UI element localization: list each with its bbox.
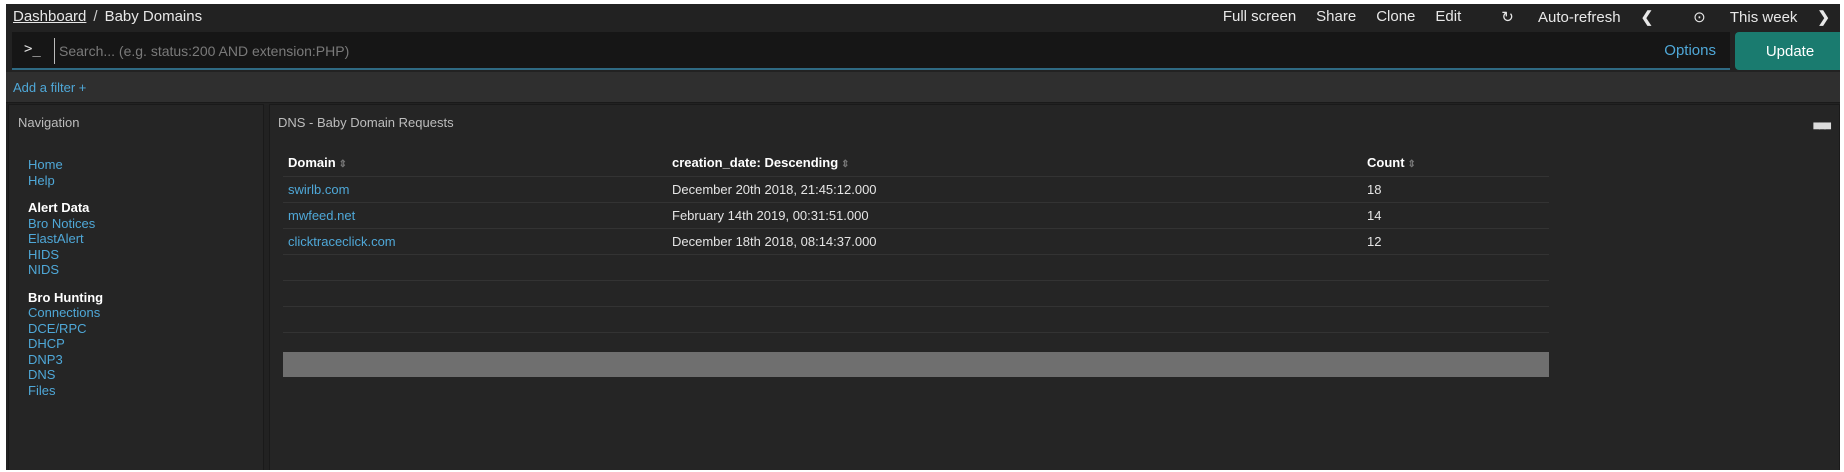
nav-link-home[interactable]: Home bbox=[28, 157, 103, 173]
nav-link-files[interactable]: Files bbox=[28, 383, 103, 399]
refresh-icon: ↻ bbox=[1501, 9, 1514, 26]
panel-menu-icon[interactable]: ■■■ bbox=[1813, 117, 1832, 133]
domain-cell[interactable]: clicktraceclick.com bbox=[288, 234, 396, 249]
share-button[interactable]: Share bbox=[1316, 8, 1356, 26]
auto-refresh-button[interactable]: ↻ Auto-refresh bbox=[1481, 8, 1620, 26]
auto-refresh-label: Auto-refresh bbox=[1538, 9, 1621, 26]
breadcrumb-current: Baby Domains bbox=[104, 8, 203, 25]
domain-cell[interactable]: mwfeed.net bbox=[288, 208, 355, 223]
table-row: mwfeed.net February 14th 2019, 00:31:51.… bbox=[283, 203, 1549, 229]
results-title: DNS - Baby Domain Requests bbox=[278, 115, 454, 130]
nav-link-dnp3[interactable]: DNP3 bbox=[28, 352, 103, 368]
top-bar: Dashboard / Baby Domains Full screen Share… bbox=[6, 4, 1840, 30]
results-panel: DNS - Baby Domain Requests ■■■ Domain ⇕ c… bbox=[269, 104, 1840, 470]
full-screen-button[interactable]: Full screen bbox=[1223, 8, 1296, 26]
next-time-icon[interactable]: ❯ bbox=[1817, 8, 1830, 26]
nav-link-hids[interactable]: HIDS bbox=[28, 247, 103, 263]
nav-link-help[interactable]: Help bbox=[28, 173, 103, 189]
nav-header-bro-hunting: Bro Hunting bbox=[28, 289, 104, 305]
breadcrumb-separator: / bbox=[93, 8, 98, 25]
empty-table-row bbox=[283, 255, 1549, 281]
count-cell: 14 bbox=[1367, 208, 1382, 223]
nav-link-dce-rpc[interactable]: DCE/RPC bbox=[28, 321, 103, 337]
navigation-panel: Navigation Home Help Alert Data Bro Noti… bbox=[8, 104, 264, 470]
results-table: Domain ⇕ creation_date: Descending ⇕ Count… bbox=[283, 149, 1549, 333]
nav-link-dhcp[interactable]: DHCP bbox=[28, 336, 103, 352]
column-header-label: creation_date: Descending bbox=[672, 155, 839, 170]
previous-time-icon[interactable]: ❮ bbox=[1641, 8, 1654, 26]
search-input[interactable] bbox=[54, 38, 1381, 64]
terminal-prompt-icon: >_ bbox=[24, 41, 41, 57]
date-cell: December 20th 2018, 21:45:12.000 bbox=[672, 182, 877, 197]
query-bar: >_ Options bbox=[12, 32, 1730, 70]
table-row: clicktraceclick.com December 18th 2018, … bbox=[283, 229, 1549, 255]
nav-link-connections[interactable]: Connections bbox=[28, 305, 103, 321]
options-link[interactable]: Options bbox=[1664, 42, 1716, 59]
add-filter-link[interactable]: Add a filter + bbox=[13, 80, 86, 95]
filter-bar: Add a filter + bbox=[6, 72, 1840, 103]
date-cell: February 14th 2019, 00:31:51.000 bbox=[672, 208, 869, 223]
empty-table-row bbox=[283, 281, 1549, 307]
domain-cell[interactable]: swirlb.com bbox=[288, 182, 349, 197]
column-header-count[interactable]: Count ⇕ bbox=[1367, 155, 1416, 170]
empty-table-row bbox=[283, 307, 1549, 333]
breadcrumb: Dashboard / Baby Domains bbox=[13, 8, 202, 25]
time-picker-button[interactable]: ⊙ This week bbox=[1673, 8, 1797, 26]
edit-button[interactable]: Edit bbox=[1435, 8, 1461, 26]
navigation-list: Home Help Alert Data Bro Notices ElastAl… bbox=[28, 157, 103, 398]
table-pagination-bar bbox=[283, 352, 1549, 377]
count-cell: 18 bbox=[1367, 182, 1382, 197]
nav-header-alert-data: Alert Data bbox=[28, 200, 90, 215]
count-cell: 12 bbox=[1367, 234, 1382, 249]
nav-link-dns[interactable]: DNS bbox=[28, 367, 103, 383]
table-header: Domain ⇕ creation_date: Descending ⇕ Count… bbox=[283, 149, 1549, 177]
nav-link-bro-notices[interactable]: Bro Notices bbox=[28, 216, 103, 232]
dashboard-frame: Dashboard / Baby Domains Full screen Share… bbox=[6, 4, 1840, 470]
column-header-domain[interactable]: Domain ⇕ bbox=[288, 155, 347, 170]
column-header-label: Count bbox=[1367, 155, 1405, 170]
sort-icon: ⇕ bbox=[1407, 159, 1416, 170]
table-row: swirlb.com December 20th 2018, 21:45:12.… bbox=[283, 177, 1549, 203]
sort-icon: ⇕ bbox=[841, 159, 850, 170]
nav-link-nids[interactable]: NIDS bbox=[28, 262, 103, 278]
sort-icon: ⇕ bbox=[338, 159, 348, 170]
breadcrumb-dashboard-link[interactable]: Dashboard bbox=[13, 8, 86, 25]
date-cell: December 18th 2018, 08:14:37.000 bbox=[672, 234, 877, 249]
clone-button[interactable]: Clone bbox=[1376, 8, 1415, 26]
nav-link-elastalert[interactable]: ElastAlert bbox=[28, 231, 103, 247]
top-nav: Full screen Share Clone Edit ↻ Auto-refr… bbox=[1203, 8, 1830, 26]
time-range-label: This week bbox=[1729, 9, 1798, 26]
navigation-title: Navigation bbox=[18, 115, 80, 130]
update-button[interactable]: Update bbox=[1735, 32, 1840, 70]
column-header-label: Domain bbox=[288, 155, 336, 170]
column-header-creation-date[interactable]: creation_date: Descending ⇕ bbox=[672, 155, 850, 170]
clock-icon: ⊙ bbox=[1693, 9, 1706, 26]
